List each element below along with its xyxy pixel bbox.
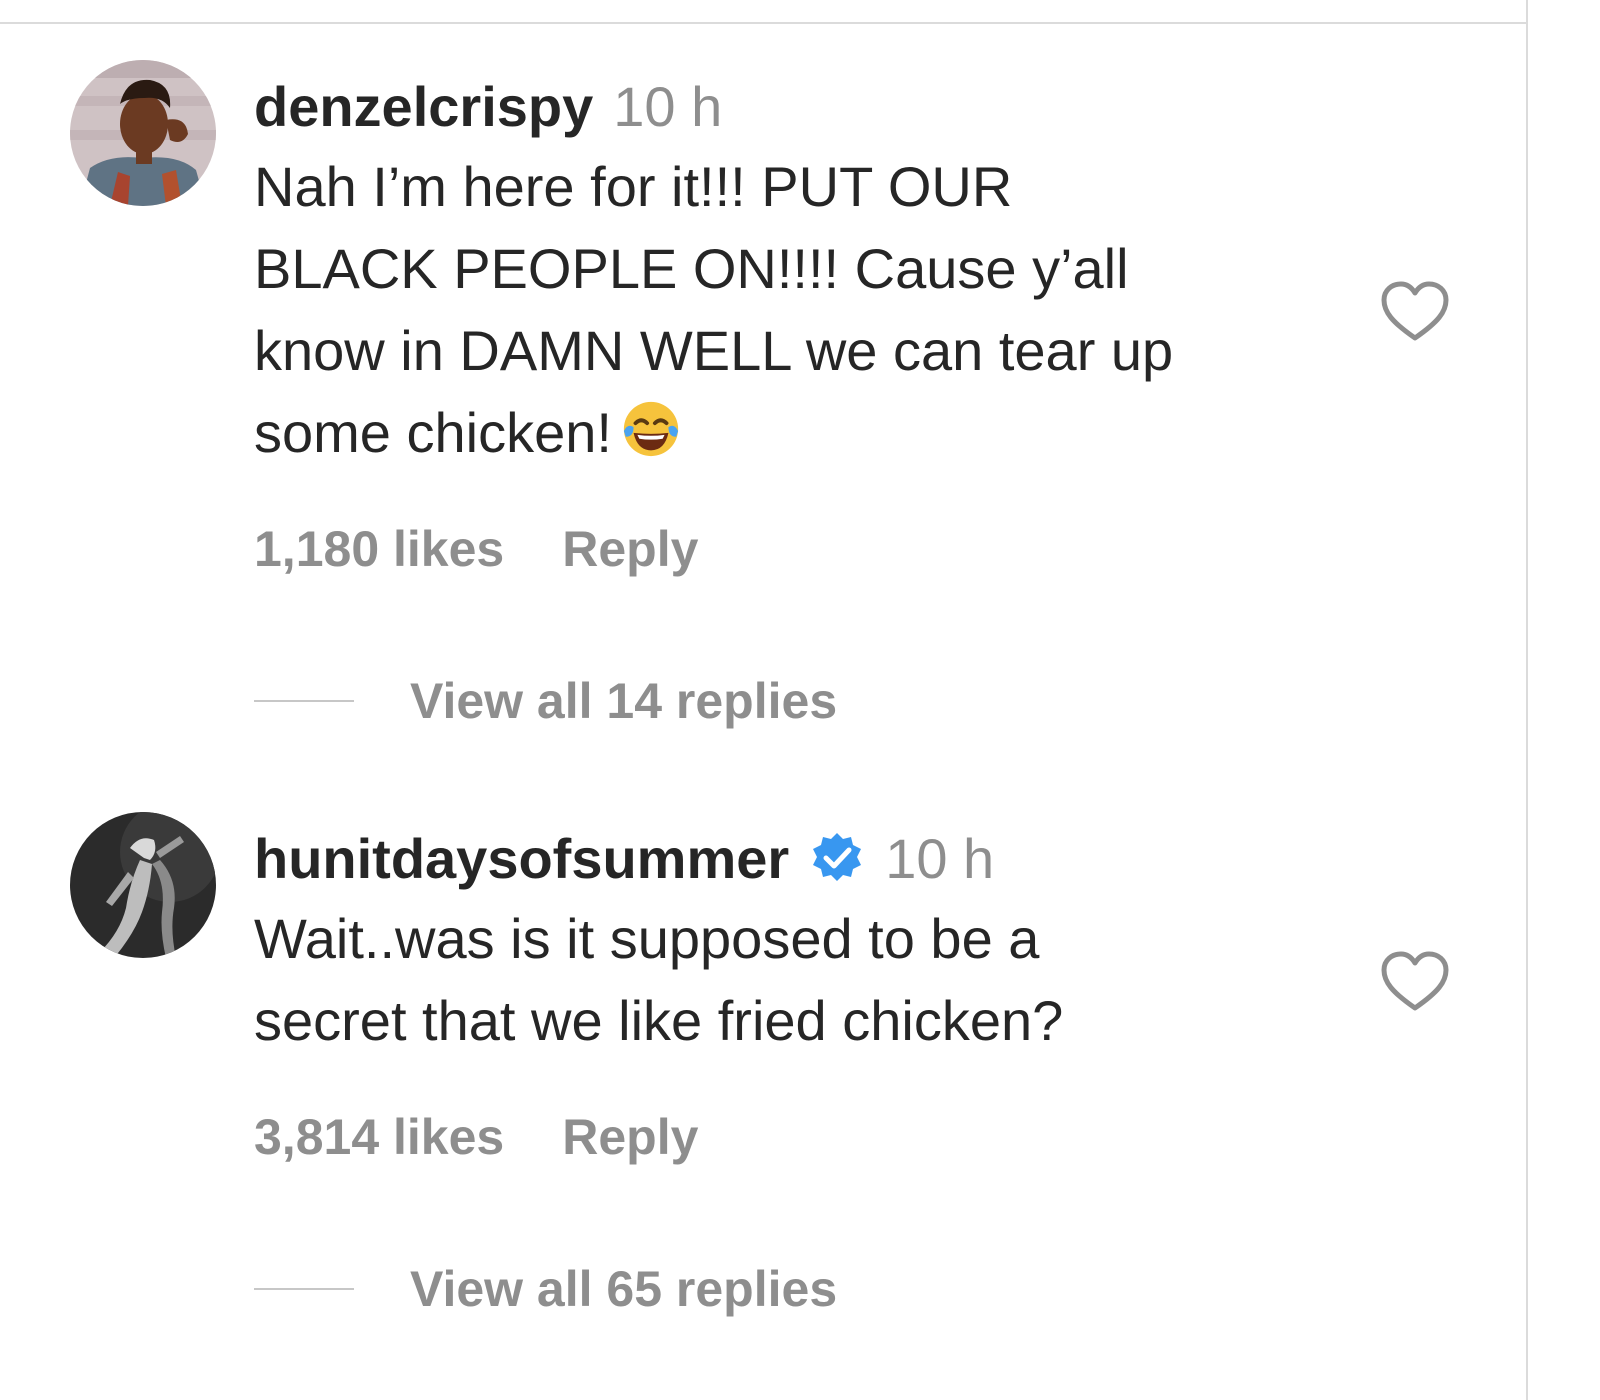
tears-of-joy-emoji-icon <box>623 401 679 457</box>
replies-divider-line <box>254 700 354 702</box>
comment-text-line: know in DAMN WELL we can tear up <box>254 319 1174 382</box>
verified-badge-icon <box>813 833 862 881</box>
comment-text-fragment: some chicken! <box>254 401 612 464</box>
reply-button[interactable]: Reply <box>562 1108 698 1166</box>
comment-header: denzelcrispy 10 h <box>254 72 1334 142</box>
avatar-photo-man-icon <box>70 60 216 206</box>
heart-outline-icon[interactable] <box>1380 280 1450 344</box>
comment-text-line: Nah I’m here for it!!! PUT OUR <box>254 155 1013 218</box>
comment-text: Nah I’m here for it!!! PUT OUR BLACK PEO… <box>254 146 1334 474</box>
top-divider <box>0 22 1528 24</box>
comment-text-line: secret that we like fried chicken? <box>254 989 1064 1052</box>
comment-timestamp[interactable]: 10 h <box>613 72 722 142</box>
heart-outline-icon[interactable] <box>1380 950 1450 1014</box>
comment-text: Wait..was is it supposed to be a secret … <box>254 898 1334 1062</box>
avatar-photo-dark-icon <box>70 812 216 958</box>
comment-meta: 1,180 likes Reply <box>254 520 698 578</box>
view-replies-button[interactable]: View all 65 replies <box>254 1260 837 1318</box>
view-replies-label: View all 65 replies <box>410 1261 838 1317</box>
avatar[interactable] <box>70 812 216 958</box>
view-replies-label: View all 14 replies <box>410 673 838 729</box>
comment-header: hunitdaysofsummer 10 h <box>254 824 1334 894</box>
reply-button[interactable]: Reply <box>562 520 698 578</box>
comment-body: hunitdaysofsummer 10 h Wait..was is it s… <box>254 824 1334 1062</box>
likes-count[interactable]: 3,814 likes <box>254 1108 504 1166</box>
comment-text-line: Wait..was is it supposed to be a <box>254 907 1040 970</box>
username-link[interactable]: hunitdaysofsummer <box>254 824 789 894</box>
comment-timestamp[interactable]: 10 h <box>885 824 994 894</box>
username-link[interactable]: denzelcrispy <box>254 72 593 142</box>
avatar[interactable] <box>70 60 216 206</box>
comment-text-line: some chicken! <box>254 392 1334 474</box>
comment-text-line: BLACK PEOPLE ON!!!! Cause y’all <box>254 237 1129 300</box>
view-replies-button[interactable]: View all 14 replies <box>254 672 837 730</box>
panel-scroll-edge <box>1526 0 1528 1400</box>
replies-divider-line <box>254 1288 354 1290</box>
comment-meta: 3,814 likes Reply <box>254 1108 698 1166</box>
likes-count[interactable]: 1,180 likes <box>254 520 504 578</box>
comment-body: denzelcrispy 10 h Nah I’m here for it!!!… <box>254 72 1334 474</box>
